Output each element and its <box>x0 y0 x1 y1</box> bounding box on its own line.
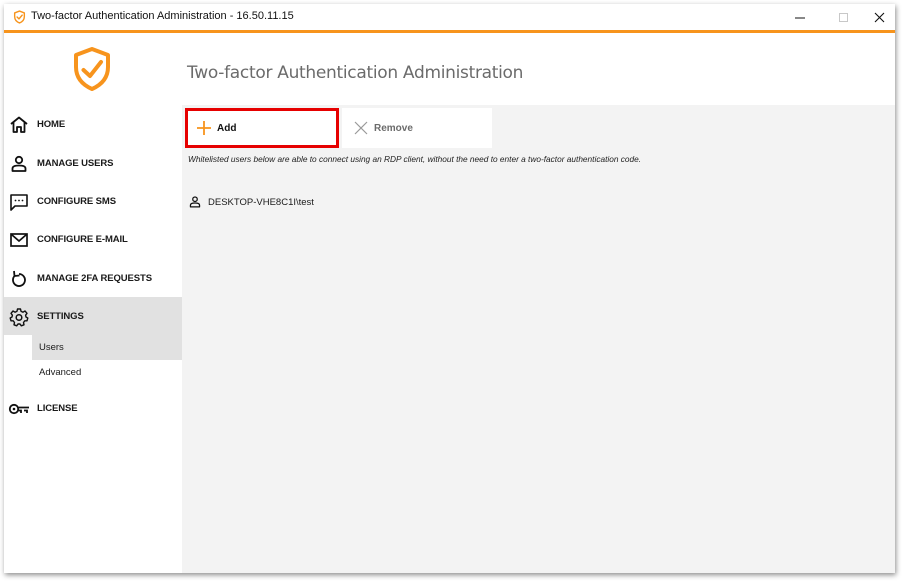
sidebar-item-label: LICENSE <box>37 402 78 414</box>
sidebar-item-home[interactable]: HOME <box>4 105 182 143</box>
refresh-icon <box>12 270 26 287</box>
close-icon <box>354 121 368 135</box>
key-icon <box>8 403 29 415</box>
minimize-icon <box>794 17 805 18</box>
sidebar-subitem-advanced[interactable]: Advanced <box>32 360 182 385</box>
mail-icon <box>10 233 28 247</box>
user-icon <box>189 196 201 208</box>
maximize-icon <box>838 12 848 22</box>
sidebar-subitem-label: Advanced <box>39 367 82 378</box>
shield-check-icon <box>74 47 110 91</box>
home-icon <box>10 116 28 133</box>
user-name: DESKTOP-VHE8C1I\test <box>208 196 314 208</box>
main-panel: Two-factor Authentication Administration… <box>182 33 895 573</box>
sidebar-item-label: MANAGE 2FA REQUESTS <box>37 272 152 284</box>
sidebar: HOME MANAGE USERS CONFIGURE SMS CONFIGUR… <box>4 33 182 573</box>
sidebar-item-manage-users[interactable]: MANAGE USERS <box>4 144 182 182</box>
sidebar-item-settings[interactable]: SETTINGS <box>4 297 182 335</box>
plus-icon <box>197 121 211 135</box>
sidebar-item-license[interactable]: LICENSE <box>4 389 182 427</box>
sidebar-item-label: CONFIGURE SMS <box>37 195 116 207</box>
sidebar-item-label: MANAGE USERS <box>37 157 114 169</box>
list-item[interactable]: DESKTOP-VHE8C1I\test <box>188 194 314 210</box>
remove-button[interactable]: Remove <box>342 108 492 148</box>
user-icon <box>11 155 27 172</box>
gear-icon <box>9 308 29 327</box>
sidebar-item-label: HOME <box>37 118 66 130</box>
info-text: Whitelisted users below are able to conn… <box>188 154 642 164</box>
add-button-label: Add <box>217 123 237 134</box>
content-area: Add Remove Whitelisted users below are a… <box>182 105 895 573</box>
title-bar: Two-factor Authentication Administration… <box>4 4 895 30</box>
close-icon <box>874 12 884 22</box>
window-title: Two-factor Authentication Administration… <box>31 10 294 22</box>
sidebar-item-configure-sms[interactable]: CONFIGURE SMS <box>4 182 182 220</box>
sidebar-subitem-label: Users <box>39 342 64 353</box>
close-button[interactable] <box>858 4 900 30</box>
message-icon <box>10 194 28 211</box>
remove-button-label: Remove <box>374 123 413 134</box>
sidebar-item-manage-2fa-requests[interactable]: MANAGE 2FA REQUESTS <box>4 259 182 297</box>
sidebar-item-label: CONFIGURE E-MAIL <box>37 233 128 245</box>
app-window: Two-factor Authentication Administration… <box>4 4 895 573</box>
sidebar-item-configure-email[interactable]: CONFIGURE E-MAIL <box>4 220 182 258</box>
shield-check-icon <box>13 10 26 24</box>
page-title: Two-factor Authentication Administration <box>187 63 524 83</box>
add-button[interactable]: Add <box>185 108 339 148</box>
sidebar-item-label: SETTINGS <box>37 310 84 322</box>
sidebar-subitem-users[interactable]: Users <box>32 335 182 360</box>
minimize-button[interactable] <box>779 4 821 30</box>
